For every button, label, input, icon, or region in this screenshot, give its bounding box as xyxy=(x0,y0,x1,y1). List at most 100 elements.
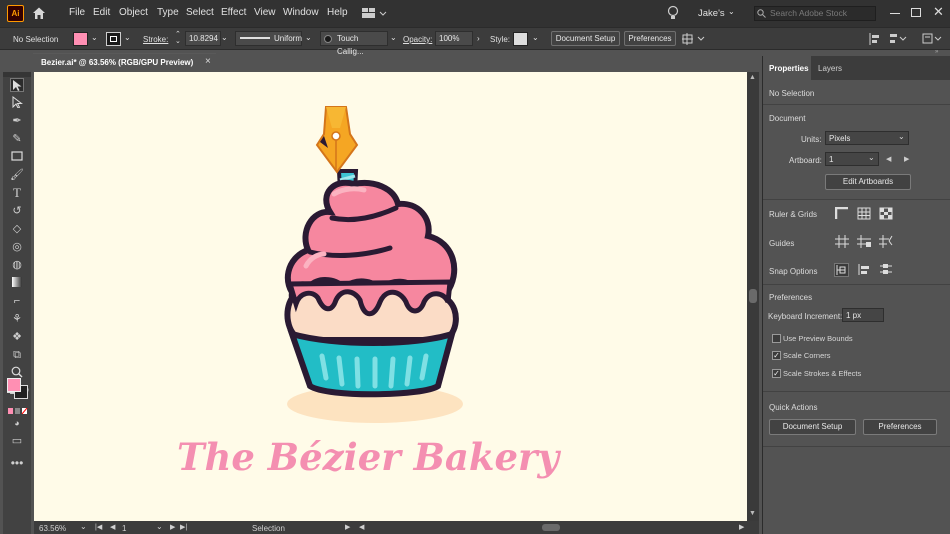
use-preview-bounds-checkbox[interactable] xyxy=(772,334,781,343)
chevron-down-icon[interactable]: ⌄ xyxy=(390,33,397,42)
close-tab-icon[interactable]: × xyxy=(205,56,211,67)
scroll-down-icon[interactable]: ▼ xyxy=(749,510,756,517)
artboard-tool-icon[interactable]: ⧉ xyxy=(10,348,24,362)
panel-menu-icon[interactable] xyxy=(922,33,942,45)
user-menu[interactable]: Jake's xyxy=(698,8,725,19)
more-tools-icon[interactable]: ••• xyxy=(10,456,24,470)
menu-object[interactable]: Object xyxy=(119,7,148,18)
rulers-icon[interactable] xyxy=(834,206,849,221)
chevron-down-icon[interactable]: ⌄ xyxy=(124,33,131,42)
opacity-label[interactable]: Opacity: xyxy=(403,35,432,44)
chevron-down-icon[interactable]: ⌄ xyxy=(80,522,87,531)
artboard-select[interactable]: 1 ⌄ xyxy=(825,152,879,166)
type-tool-icon[interactable]: T xyxy=(10,186,24,200)
zoom-level-input[interactable]: 63.56% xyxy=(39,524,66,533)
curvature-tool-icon[interactable]: ✎ xyxy=(10,132,24,146)
status-menu-icon[interactable]: ▶ xyxy=(345,523,350,531)
warp-tool-icon[interactable]: ◎ xyxy=(10,240,24,254)
lock-guides-icon[interactable] xyxy=(856,235,871,249)
snap-to-glyph-icon[interactable] xyxy=(878,263,893,277)
eraser-tool-icon[interactable]: ◇ xyxy=(10,222,24,236)
stroke-profile-select[interactable]: Uniform xyxy=(235,31,302,46)
stepper-icon[interactable]: ⌃ ⌄ xyxy=(175,31,181,45)
tab-properties[interactable]: Properties xyxy=(763,56,811,80)
quick-document-setup-button[interactable]: Document Setup xyxy=(769,419,856,435)
menu-file[interactable]: File xyxy=(69,7,85,18)
next-artboard-icon[interactable]: ▶ xyxy=(170,523,175,531)
first-artboard-icon[interactable]: |◀ xyxy=(95,523,102,531)
scroll-right-icon[interactable]: ▶ xyxy=(739,523,744,531)
edit-artboards-button[interactable]: Edit Artboards xyxy=(825,174,911,190)
chevron-down-icon[interactable]: ⌄ xyxy=(91,33,98,42)
menu-view[interactable]: View xyxy=(254,7,276,18)
snap-to-point-icon[interactable] xyxy=(834,263,849,277)
stock-search-input[interactable]: Search Adobe Stock xyxy=(754,6,876,21)
scale-corners-checkbox[interactable]: ✓ xyxy=(772,351,781,360)
shape-builder-tool-icon[interactable]: ◍ xyxy=(10,258,24,272)
chevron-down-icon[interactable]: ⌄ xyxy=(728,7,735,16)
brush-select[interactable]: Touch Callig... xyxy=(320,31,388,56)
chevron-down-icon[interactable]: ⌄ xyxy=(221,33,228,42)
menu-window[interactable]: Window xyxy=(283,7,319,18)
scroll-thumb[interactable] xyxy=(749,289,757,303)
menu-help[interactable]: Help xyxy=(327,7,348,18)
home-icon[interactable] xyxy=(32,6,46,20)
workspace-switcher-icon[interactable] xyxy=(362,8,388,19)
prev-artboard-icon[interactable]: ◀ xyxy=(110,523,115,531)
symbol-sprayer-tool-icon[interactable]: ❖ xyxy=(10,330,24,344)
maximize-button[interactable] xyxy=(911,8,921,17)
chevron-down-icon[interactable]: ⌄ xyxy=(305,33,312,42)
menu-effect[interactable]: Effect xyxy=(221,7,246,18)
artboard-canvas[interactable]: The Bézier Bakery xyxy=(34,72,747,521)
panel-collapse-icon[interactable]: » xyxy=(935,49,938,55)
gradient-tool-icon[interactable] xyxy=(10,276,24,290)
scale-strokes-effects-checkbox[interactable]: ✓ xyxy=(772,369,781,378)
vertical-scrollbar[interactable]: ▲ ▼ xyxy=(747,72,759,521)
selection-tool-icon[interactable] xyxy=(10,78,24,92)
pen-tool-icon[interactable]: ✒ xyxy=(10,114,24,128)
stroke-swatch[interactable] xyxy=(106,32,121,46)
menu-select[interactable]: Select xyxy=(186,7,214,18)
chevron-down-icon[interactable]: ⌄ xyxy=(532,33,539,42)
rectangle-tool-icon[interactable] xyxy=(10,150,24,164)
tab-layers[interactable]: Layers xyxy=(818,64,842,73)
opacity-input[interactable]: 100% xyxy=(435,31,473,46)
eyedropper-tool-icon[interactable]: ⌐ xyxy=(10,294,24,308)
fill-color-swatch-front[interactable] xyxy=(7,378,21,392)
close-window-button[interactable]: ✕ xyxy=(933,4,945,20)
direct-selection-tool-icon[interactable] xyxy=(10,95,24,110)
show-guides-icon[interactable] xyxy=(834,235,849,249)
preferences-button[interactable]: Preferences xyxy=(624,31,676,46)
stroke-weight-input[interactable]: 10.8294 xyxy=(185,31,221,46)
fill-swatch[interactable] xyxy=(73,32,88,46)
artboard-number-input[interactable]: 1 xyxy=(122,524,126,533)
scroll-up-icon[interactable]: ▲ xyxy=(749,74,756,81)
keyboard-increment-input[interactable]: 1 px xyxy=(842,308,884,322)
grid-icon[interactable] xyxy=(856,207,871,221)
quick-preferences-button[interactable]: Preferences xyxy=(863,419,937,435)
last-artboard-icon[interactable]: ▶| xyxy=(180,523,187,531)
document-tab[interactable]: Bezier.ai* @ 63.56% (RGB/GPU Preview) × xyxy=(33,53,216,71)
screen-mode-icon[interactable]: ▭ xyxy=(10,434,24,448)
color-mode-icons[interactable] xyxy=(8,406,28,415)
next-artboard-icon[interactable]: ▶ xyxy=(904,155,909,163)
menu-edit[interactable]: Edit xyxy=(93,7,110,18)
minimize-button[interactable] xyxy=(890,13,900,14)
draw-mode-icon[interactable]: ◕ xyxy=(10,416,24,430)
stroke-label[interactable]: Stroke: xyxy=(143,35,168,44)
horizontal-scroll-thumb[interactable] xyxy=(542,524,560,531)
units-select[interactable]: Pixels ⌄ xyxy=(825,131,909,145)
chevron-right-icon[interactable]: › xyxy=(477,34,480,43)
blend-tool-icon[interactable]: ⚘ xyxy=(10,312,24,326)
transparency-grid-icon[interactable] xyxy=(878,207,893,221)
snap-to-pixel-icon[interactable] xyxy=(856,263,871,277)
paintbrush-tool-icon[interactable]: 🖌 xyxy=(10,168,24,182)
document-setup-button[interactable]: Document Setup xyxy=(551,31,620,46)
menu-type[interactable]: Type xyxy=(157,7,179,18)
align-options-icon[interactable] xyxy=(889,33,909,45)
prev-artboard-icon[interactable]: ◀ xyxy=(886,155,891,163)
rotate-tool-icon[interactable]: ↺ xyxy=(10,204,24,218)
toolbar-grip[interactable] xyxy=(3,72,31,77)
lightbulb-icon[interactable] xyxy=(667,5,679,21)
align-left-icon[interactable] xyxy=(869,33,881,45)
